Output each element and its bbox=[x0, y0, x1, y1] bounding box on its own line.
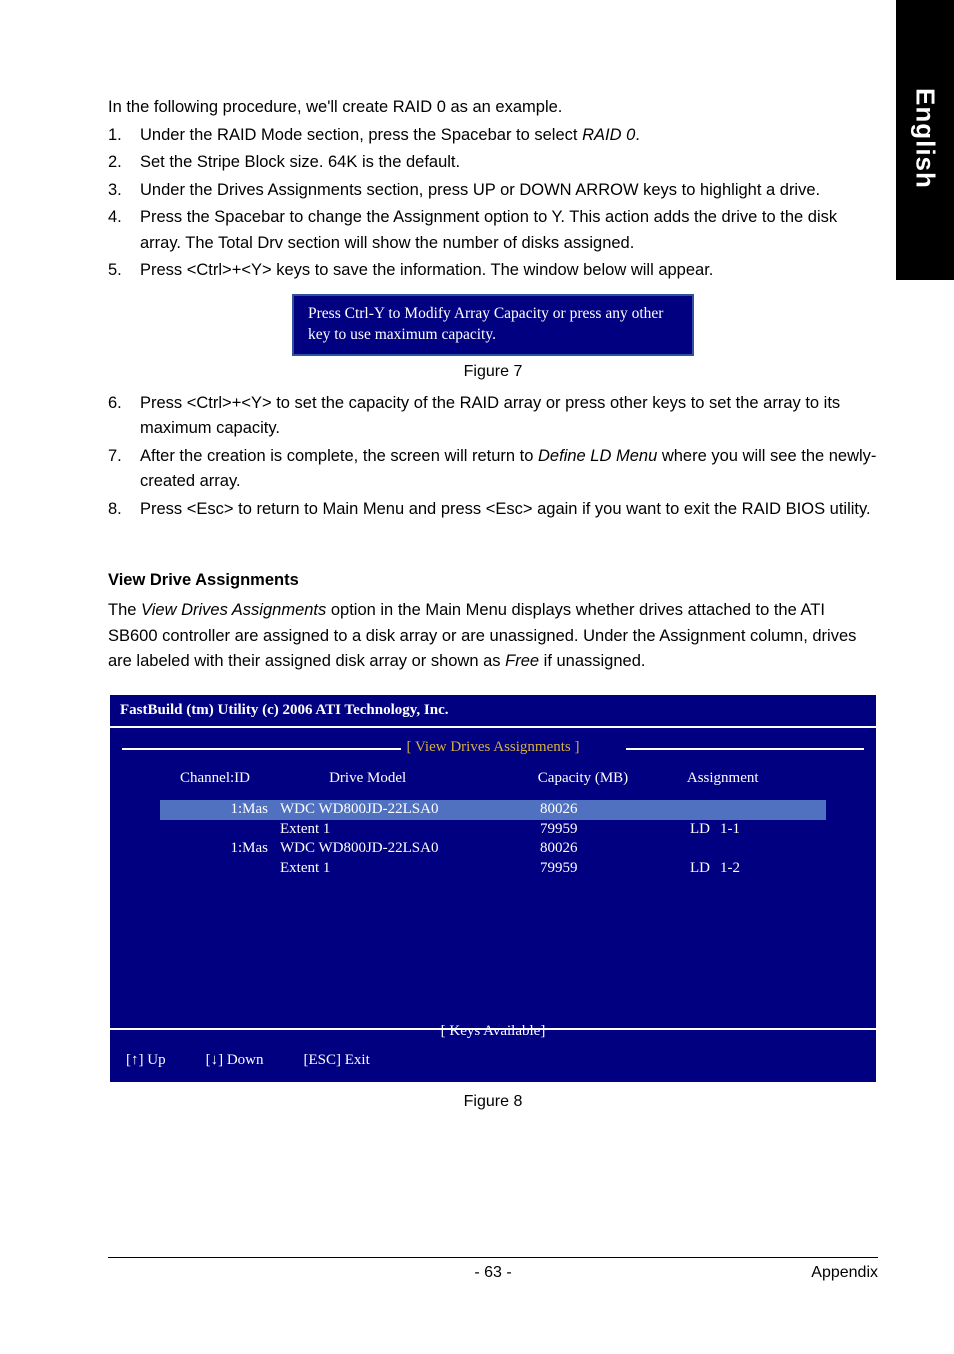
steps-list-a: 1.Under the RAID Mode section, press the… bbox=[108, 123, 878, 284]
list-item: 7.After the creation is complete, the sc… bbox=[108, 444, 878, 495]
table-row: 1:MasWDC WD800JD-22LSA080026 bbox=[160, 839, 826, 859]
key-up: [↑] Up bbox=[126, 1049, 166, 1072]
table-row: Extent 179959LD1-2 bbox=[160, 859, 826, 879]
figure-7-caption: Figure 7 bbox=[108, 360, 878, 385]
bios-table-header: Channel:ID Drive Model Capacity (MB) Ass… bbox=[160, 767, 826, 790]
bios-title: FastBuild (tm) Utility (c) 2006 ATI Tech… bbox=[110, 695, 876, 728]
list-item: 2.Set the Stripe Block size. 64K is the … bbox=[108, 150, 878, 176]
bios-body: [ View Drives Assignments ] Channel:ID D… bbox=[110, 736, 876, 1028]
bios-screen: FastBuild (tm) Utility (c) 2006 ATI Tech… bbox=[108, 693, 878, 1085]
table-row: 1:MasWDC WD800JD-22LSA080026 bbox=[160, 800, 826, 820]
section-heading: View Drive Assignments bbox=[108, 568, 878, 594]
figure-8-caption: Figure 8 bbox=[108, 1090, 878, 1115]
dialog-text: Press Ctrl-Y to Modify Array Capacity or… bbox=[308, 305, 663, 343]
list-item: 1.Under the RAID Mode section, press the… bbox=[108, 123, 878, 149]
list-item: 4.Press the Spacebar to change the Assig… bbox=[108, 205, 878, 256]
page-number: - 63 - bbox=[474, 1264, 511, 1282]
list-item: 8.Press <Esc> to return to Main Menu and… bbox=[108, 497, 878, 523]
list-item: 6.Press <Ctrl>+<Y> to set the capacity o… bbox=[108, 391, 878, 442]
steps-list-b: 6.Press <Ctrl>+<Y> to set the capacity o… bbox=[108, 391, 878, 523]
language-tab-text: English bbox=[910, 88, 941, 189]
list-item: 3.Under the Drives Assignments section, … bbox=[108, 178, 878, 204]
bios-keys-row: [ Keys Available] [↑] Up [↓] Down [ESC] … bbox=[110, 1028, 876, 1083]
page-content: In the following procedure, we'll create… bbox=[108, 95, 878, 1121]
table-row: Extent 179959LD1-1 bbox=[160, 820, 826, 840]
key-esc: [ESC] Exit bbox=[303, 1049, 369, 1072]
intro-text: In the following procedure, we'll create… bbox=[108, 95, 878, 121]
list-item: 5.Press <Ctrl>+<Y> keys to save the info… bbox=[108, 258, 878, 284]
key-down: [↓] Down bbox=[206, 1049, 264, 1072]
page-footer: - 63 - Appendix bbox=[108, 1257, 878, 1282]
bios-table: Channel:ID Drive Model Capacity (MB) Ass… bbox=[160, 767, 826, 878]
footer-section: Appendix bbox=[811, 1264, 878, 1282]
bios-section-label: [ View Drives Assignments ] bbox=[110, 736, 876, 759]
language-tab: English bbox=[896, 0, 954, 280]
bios-rows: 1:MasWDC WD800JD-22LSA080026Extent 17995… bbox=[160, 800, 826, 878]
dialog-box: Press Ctrl-Y to Modify Array Capacity or… bbox=[292, 294, 694, 356]
section-body: The View Drives Assignments option in th… bbox=[108, 598, 878, 675]
